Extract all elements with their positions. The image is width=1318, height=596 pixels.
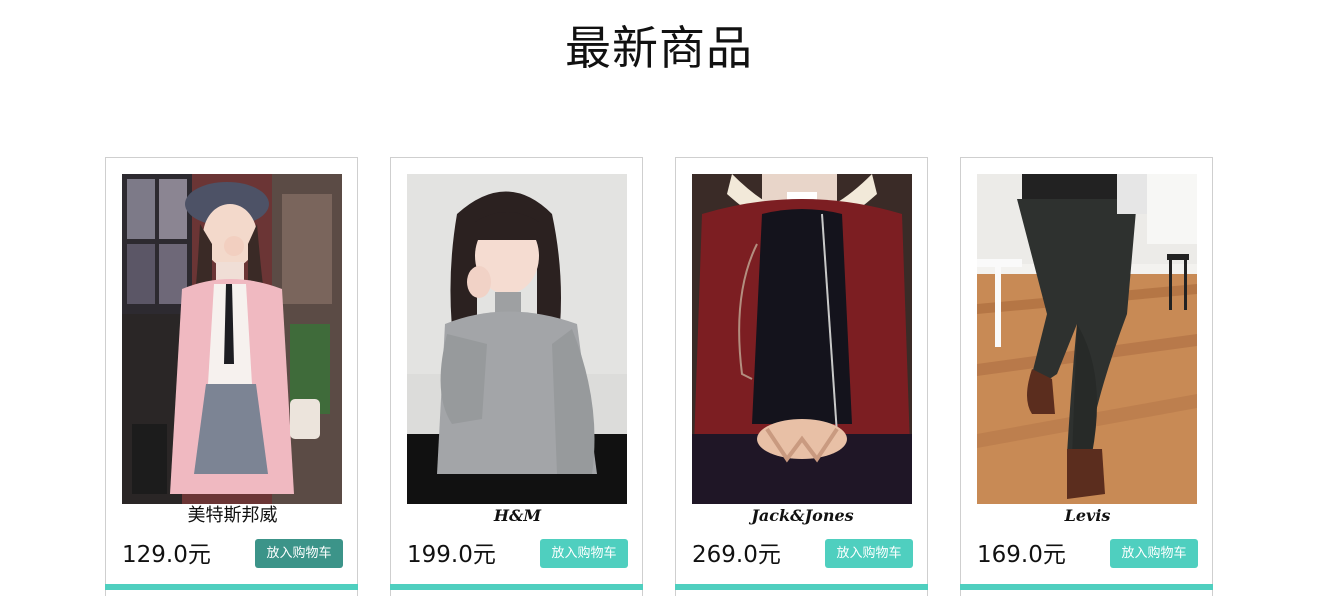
- product-card[interactable]: H&M 199.0元 放入购物车: [390, 157, 643, 596]
- product-card[interactable]: Levis 169.0元 放入购物车: [960, 157, 1213, 596]
- add-to-cart-button[interactable]: 放入购物车: [825, 539, 913, 568]
- add-to-cart-button[interactable]: 放入购物车: [1110, 539, 1198, 568]
- product-price: 269.0元: [692, 542, 781, 568]
- add-to-cart-button[interactable]: 放入购物车: [255, 539, 343, 568]
- product-photo-gray-sweater[interactable]: [407, 174, 627, 504]
- section-title: 最新商品: [565, 21, 753, 75]
- product-card[interactable]: 美特斯邦威 129.0元 放入购物车: [105, 157, 358, 596]
- card-accent-bar: [960, 584, 1213, 590]
- add-to-cart-button[interactable]: 放入购物车: [540, 539, 628, 568]
- product-photo-burgundy-jacket[interactable]: [692, 174, 912, 504]
- product-brand: Jack&Jones: [751, 506, 854, 525]
- product-brand: Levis: [1064, 506, 1111, 525]
- product-brand: H&M: [493, 506, 542, 525]
- card-accent-bar: [105, 584, 358, 590]
- product-photo-dark-trousers[interactable]: [977, 174, 1197, 504]
- card-accent-bar: [390, 584, 643, 590]
- card-accent-bar: [675, 584, 928, 590]
- product-card[interactable]: Jack&Jones 269.0元 放入购物车: [675, 157, 928, 596]
- product-price: 129.0元: [122, 542, 211, 568]
- page: 最新商品 美特斯邦威 129.0元 放入购物车 H&M 199.0元 放入购物车…: [0, 0, 1318, 596]
- product-brand: 美特斯邦威: [187, 505, 278, 526]
- product-price: 199.0元: [407, 542, 496, 568]
- product-photo-pink-cardigan[interactable]: [122, 174, 342, 504]
- product-price: 169.0元: [977, 542, 1066, 568]
